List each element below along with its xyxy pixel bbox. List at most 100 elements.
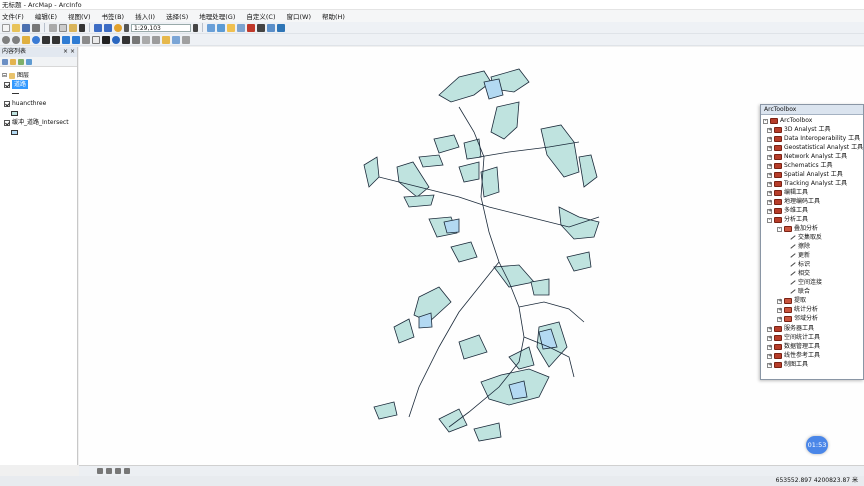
tool-item[interactable]: 标识 (789, 261, 810, 269)
add-data-dropdown-icon[interactable] (124, 23, 129, 32)
redo-icon[interactable] (104, 23, 112, 32)
toolbox-item[interactable]: + Spatial Analyst 工具 (767, 171, 843, 179)
toolbox-item[interactable]: + Tracking Analyst 工具 (767, 180, 847, 188)
refresh-icon[interactable] (115, 468, 121, 474)
toolbox-item[interactable]: + 地理编码工具 (767, 198, 820, 206)
arctoolbox-root[interactable]: - ArcToolbox (763, 117, 812, 125)
toolset-item[interactable]: + 统计分析 (777, 306, 818, 314)
find-icon[interactable] (122, 35, 130, 44)
toolset-overlay[interactable]: - 叠加分析 (777, 225, 818, 233)
collapse-icon[interactable]: - (777, 226, 782, 232)
expand-icon[interactable]: + (767, 136, 772, 142)
list-by-visibility-icon[interactable] (18, 58, 24, 65)
layout-view-icon[interactable] (106, 468, 112, 474)
delete-icon[interactable] (79, 23, 85, 32)
identify-icon[interactable] (112, 35, 120, 44)
menu-windows[interactable]: 窗口(W) (287, 11, 312, 21)
expand-icon[interactable]: + (767, 344, 772, 350)
toolbox-item[interactable]: + Network Analyst 工具 (767, 153, 847, 161)
expand-icon[interactable]: + (767, 172, 772, 178)
menu-view[interactable]: 视图(V) (68, 11, 91, 21)
toolset-item[interactable]: + 提取 (777, 297, 806, 305)
menu-insert[interactable]: 插入(I) (135, 11, 155, 21)
tool-item[interactable]: 擦除 (789, 243, 810, 251)
layer-row-road[interactable]: 道路 (4, 80, 29, 89)
toolset-item[interactable]: + 邻域分析 (777, 315, 818, 323)
toolbox-item[interactable]: + 空间统计工具 (767, 334, 820, 342)
back-extent-icon[interactable] (62, 35, 70, 44)
undo-icon[interactable] (94, 23, 102, 32)
toolbox-item[interactable]: + Schematics 工具 (767, 162, 832, 170)
fixed-zoom-out-icon[interactable] (52, 35, 60, 44)
menu-selection[interactable]: 选择(S) (166, 11, 188, 21)
data-view-icon[interactable] (97, 468, 103, 474)
tool-item[interactable]: 更新 (789, 252, 810, 260)
list-by-source-icon[interactable] (10, 58, 16, 65)
collapse-icon[interactable]: - (763, 118, 768, 124)
find-route-icon[interactable] (132, 35, 140, 44)
paste-icon[interactable] (69, 23, 77, 32)
cut-icon[interactable] (49, 23, 57, 32)
menu-file[interactable]: 文件(F) (2, 11, 24, 21)
help-icon[interactable] (277, 23, 285, 32)
tool-item[interactable]: 空间连接 (789, 279, 822, 287)
list-by-drawing-order-icon[interactable] (2, 58, 8, 65)
menu-customize[interactable]: 自定义(C) (246, 11, 275, 21)
open-folder-icon[interactable] (12, 23, 20, 32)
select-elements-icon[interactable] (102, 35, 110, 44)
measure-icon[interactable] (152, 35, 160, 44)
print-icon[interactable] (32, 23, 40, 32)
collapse-icon[interactable]: - (767, 217, 772, 223)
layer-visibility-checkbox[interactable] (4, 81, 10, 88)
expand-icon[interactable]: + (767, 353, 772, 359)
close-icon[interactable]: × × (63, 47, 75, 57)
full-extent-icon[interactable] (32, 35, 40, 44)
toolbox-item[interactable]: + Data Interoperability 工具 (767, 135, 860, 143)
toolbox-item[interactable]: + 编辑工具 (767, 189, 808, 197)
zoom-out-icon[interactable] (12, 35, 20, 44)
toolbox-item[interactable]: + Geostatistical Analyst 工具 (767, 144, 863, 152)
tool-item[interactable]: 联合 (789, 288, 810, 296)
expand-icon[interactable]: + (767, 181, 772, 187)
menu-bookmarks[interactable]: 书签(B) (102, 11, 125, 21)
layer-visibility-checkbox[interactable] (4, 100, 10, 107)
layer-row-intersect[interactable]: 缓冲_道路_Intersect (4, 118, 69, 127)
tool-item[interactable]: 交集取反 (789, 234, 822, 242)
zoom-in-icon[interactable] (2, 35, 10, 44)
pan-icon[interactable] (22, 35, 30, 44)
toolbox-item[interactable]: + 多维工具 (767, 207, 808, 215)
copy-icon[interactable] (59, 23, 67, 32)
layer-row-huancthree[interactable]: huancthree (4, 99, 46, 108)
catalog-window-icon[interactable] (227, 23, 235, 32)
editor-toolbar-icon[interactable] (207, 23, 215, 32)
go-to-xy-icon[interactable] (142, 35, 150, 44)
expand-icon[interactable]: + (767, 335, 772, 341)
search-window-icon[interactable] (237, 23, 245, 32)
layers-group-row[interactable]: ⊟ 图层 (2, 71, 29, 80)
layer-name[interactable]: 缓冲_道路_Intersect (12, 118, 69, 127)
toolbox-item[interactable]: + 数据管理工具 (767, 343, 820, 351)
new-document-icon[interactable] (2, 23, 10, 32)
map-scale-input[interactable]: 1:29,103 (131, 23, 191, 32)
expand-icon[interactable]: + (767, 127, 772, 133)
toolbox-item-analysis[interactable]: - 分析工具 (767, 216, 808, 224)
python-window-icon[interactable] (257, 23, 265, 32)
fixed-zoom-in-icon[interactable] (42, 35, 50, 44)
tool-item[interactable]: 相交 (789, 270, 810, 278)
toolbox-item[interactable]: + 服务器工具 (767, 325, 814, 333)
expand-icon[interactable]: + (777, 316, 782, 322)
expand-icon[interactable]: + (767, 163, 772, 169)
expand-icon[interactable]: + (767, 208, 772, 214)
menu-geoprocessing[interactable]: 地理处理(G) (199, 11, 235, 21)
forward-extent-icon[interactable] (72, 35, 80, 44)
html-popup-icon[interactable] (172, 35, 180, 44)
list-by-selection-icon[interactable] (26, 58, 32, 65)
hyperlink-icon[interactable] (162, 35, 170, 44)
layer-name[interactable]: 道路 (12, 80, 29, 89)
select-features-icon[interactable] (82, 35, 90, 44)
expand-icon[interactable]: + (777, 298, 782, 304)
layer-name[interactable]: huancthree (12, 99, 46, 108)
expand-icon[interactable]: + (777, 307, 782, 313)
toolbox-item[interactable]: + 线性参考工具 (767, 352, 820, 360)
expand-icon[interactable]: + (767, 154, 772, 160)
